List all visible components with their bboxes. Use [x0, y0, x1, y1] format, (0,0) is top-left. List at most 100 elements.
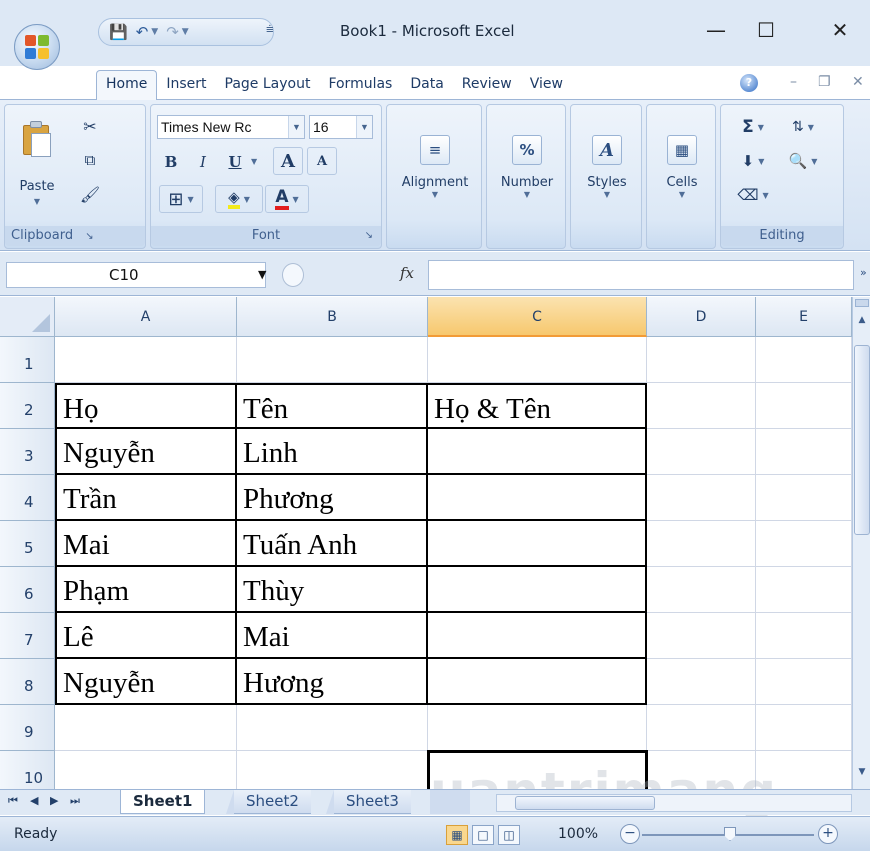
- vertical-scroll-thumb[interactable]: [854, 345, 870, 535]
- cell-d1[interactable]: [647, 337, 756, 383]
- formula-input[interactable]: [428, 260, 854, 290]
- cell-d5[interactable]: [647, 521, 756, 567]
- find-select-button[interactable]: 🔍 ▼: [781, 149, 825, 173]
- horizontal-scrollbar[interactable]: [496, 794, 852, 812]
- cut-icon[interactable]: ✂: [77, 113, 103, 139]
- cell-d8[interactable]: [647, 659, 756, 705]
- number-button[interactable]: % Number ▼: [487, 109, 567, 225]
- insert-sheet-button[interactable]: [430, 790, 470, 814]
- row-header-6[interactable]: 6: [0, 567, 55, 613]
- column-header-b[interactable]: B: [237, 297, 428, 337]
- cell-a5[interactable]: Mai: [55, 521, 237, 567]
- cell-c8[interactable]: [428, 659, 647, 705]
- name-box-dropdown-icon[interactable]: ▼: [258, 268, 266, 281]
- cell-c3[interactable]: [428, 429, 647, 475]
- font-size-box[interactable]: 16 ▼: [309, 115, 373, 139]
- cell-e6[interactable]: [756, 567, 852, 613]
- tab-data[interactable]: Data: [401, 75, 452, 100]
- name-box[interactable]: C10: [6, 262, 266, 288]
- tab-insert[interactable]: Insert: [157, 75, 215, 100]
- paste-button[interactable]: Paste ▼: [11, 109, 63, 209]
- tab-home[interactable]: Home: [96, 70, 158, 100]
- scroll-down-icon[interactable]: ▼: [854, 763, 870, 781]
- prev-sheet-icon[interactable]: ◀: [30, 794, 38, 807]
- maximize-button[interactable]: ☐: [746, 14, 786, 46]
- fill-color-button[interactable]: ◈ ▼: [215, 185, 263, 213]
- font-size-dropdown-icon[interactable]: ▼: [356, 116, 372, 138]
- cell-e8[interactable]: [756, 659, 852, 705]
- cell-d9[interactable]: [647, 705, 756, 751]
- redo-dropdown-icon[interactable]: ▼: [182, 27, 189, 37]
- cell-a1[interactable]: [55, 337, 237, 383]
- sheet-tab-sheet1[interactable]: Sheet1: [120, 790, 206, 814]
- fill-button[interactable]: ⬇ ▼: [733, 149, 773, 173]
- expand-formula-bar-icon[interactable]: »: [860, 266, 867, 279]
- cell-c9[interactable]: [428, 705, 647, 751]
- column-header-c[interactable]: C: [428, 297, 647, 337]
- cell-c4[interactable]: [428, 475, 647, 521]
- scroll-up-icon[interactable]: ▲: [854, 311, 870, 329]
- tab-page-layout[interactable]: Page Layout: [216, 75, 320, 100]
- normal-view-button[interactable]: ▦: [446, 825, 468, 845]
- row-header-2[interactable]: 2: [0, 383, 55, 429]
- borders-button[interactable]: ⊞ ▼: [159, 185, 203, 213]
- underline-dropdown-icon[interactable]: ▼: [251, 157, 257, 166]
- cell-b10[interactable]: [237, 751, 428, 789]
- ribbon-restore-icon[interactable]: ❐: [818, 74, 831, 90]
- cell-d7[interactable]: [647, 613, 756, 659]
- cell-a3[interactable]: Nguyễn: [55, 429, 237, 475]
- cell-d2[interactable]: [647, 383, 756, 429]
- cell-a7[interactable]: Lê: [55, 613, 237, 659]
- sheet-tab-sheet3[interactable]: Sheet3: [326, 790, 411, 814]
- row-header-5[interactable]: 5: [0, 521, 55, 567]
- save-icon[interactable]: 💾: [109, 23, 128, 41]
- autosum-button[interactable]: Σ ▼: [733, 115, 773, 139]
- zoom-level[interactable]: 100%: [558, 826, 598, 842]
- font-color-button[interactable]: A ▼: [265, 185, 309, 213]
- cell-c6[interactable]: [428, 567, 647, 613]
- undo-icon[interactable]: ↶: [136, 23, 149, 41]
- formula-bar-resize-handle[interactable]: [282, 263, 304, 287]
- font-name-box[interactable]: Times New Rc ▼: [157, 115, 305, 139]
- horizontal-scroll-thumb[interactable]: [515, 796, 655, 810]
- alignment-button[interactable]: ≡ Alignment ▼: [387, 109, 483, 225]
- cell-a9[interactable]: [55, 705, 237, 751]
- cell-b7[interactable]: Mai: [237, 613, 428, 659]
- column-header-e[interactable]: E: [756, 297, 852, 337]
- cell-a8[interactable]: Nguyễn: [55, 659, 237, 705]
- zoom-in-button[interactable]: +: [818, 824, 838, 844]
- cell-b8[interactable]: Hương: [237, 659, 428, 705]
- underline-button[interactable]: U: [223, 149, 247, 175]
- cell-c5[interactable]: [428, 521, 647, 567]
- cell-d3[interactable]: [647, 429, 756, 475]
- sort-filter-button[interactable]: ⇅ ▼: [781, 115, 825, 139]
- next-sheet-icon[interactable]: ▶: [50, 794, 58, 807]
- row-header-1[interactable]: 1: [0, 337, 55, 383]
- split-handle[interactable]: [855, 299, 869, 307]
- cell-b9[interactable]: [237, 705, 428, 751]
- cell-b2[interactable]: Tên: [237, 383, 428, 429]
- cell-e9[interactable]: [756, 705, 852, 751]
- column-header-d[interactable]: D: [647, 297, 756, 337]
- help-icon[interactable]: ?: [740, 74, 758, 92]
- select-all-button[interactable]: [0, 297, 55, 337]
- close-button[interactable]: ✕: [820, 14, 860, 46]
- first-sheet-icon[interactable]: ⏮: [8, 794, 18, 808]
- cell-a2[interactable]: Họ: [55, 383, 237, 429]
- customize-qat-icon[interactable]: ⩧: [266, 22, 274, 37]
- office-button[interactable]: [14, 24, 60, 70]
- cell-e5[interactable]: [756, 521, 852, 567]
- vertical-scrollbar[interactable]: ▲ ▼: [852, 297, 870, 789]
- styles-button[interactable]: A Styles ▼: [571, 109, 643, 225]
- page-break-view-button[interactable]: ◫: [498, 825, 520, 845]
- clipboard-launcher-icon[interactable]: ↘: [85, 231, 93, 242]
- cell-c2[interactable]: Họ & Tên: [428, 383, 647, 429]
- italic-button[interactable]: I: [191, 149, 215, 175]
- cell-b3[interactable]: Linh: [237, 429, 428, 475]
- font-name-dropdown-icon[interactable]: ▼: [288, 116, 304, 138]
- tab-view[interactable]: View: [521, 75, 572, 100]
- cells-button[interactable]: ▦ Cells ▼: [647, 109, 717, 225]
- row-header-10[interactable]: 10: [0, 751, 55, 789]
- font-launcher-icon[interactable]: ↘: [365, 226, 373, 246]
- shrink-font-button[interactable]: A: [307, 147, 337, 175]
